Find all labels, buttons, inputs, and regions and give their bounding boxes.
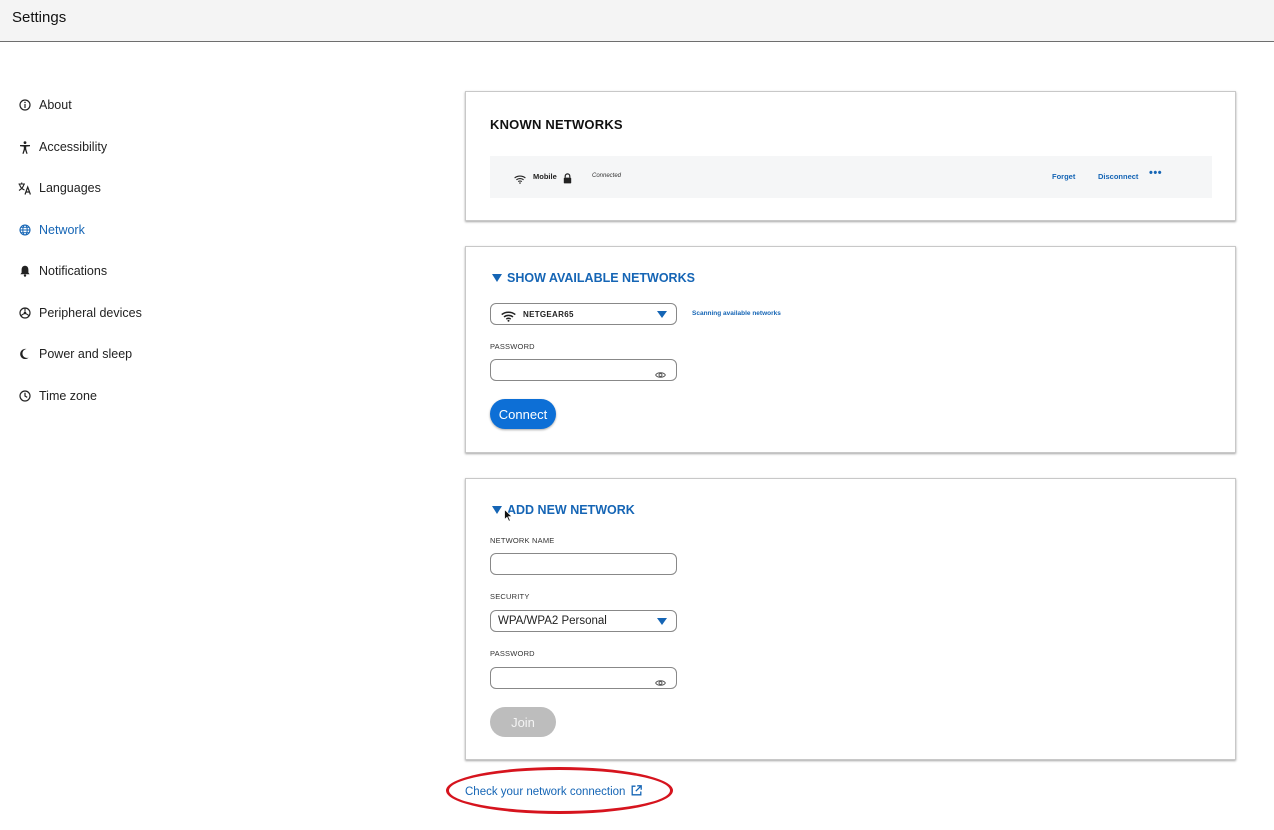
eye-icon[interactable] — [655, 674, 666, 692]
mouse-cursor-icon — [504, 508, 513, 527]
triangle-down-icon — [492, 274, 502, 282]
available-networks-heading: SHOW AVAILABLE NETWORKS — [507, 271, 695, 285]
sidebar-item-label: Accessibility — [39, 140, 108, 154]
check-network-connection-link[interactable]: Check your network connection — [465, 785, 643, 799]
connect-button[interactable]: Connect — [490, 399, 556, 429]
known-networks-title: KNOWN NETWORKS — [490, 117, 623, 132]
check-network-connection-label: Check your network connection — [465, 786, 626, 798]
sidebar-item-accessibility[interactable]: Accessibility — [18, 136, 107, 158]
scanning-status: Scanning available networks — [692, 310, 781, 317]
add-new-network-toggle[interactable]: ADD NEW NETWORK — [492, 503, 635, 517]
new-network-password-input[interactable] — [490, 667, 677, 689]
show-available-networks-toggle[interactable]: SHOW AVAILABLE NETWORKS — [492, 271, 695, 285]
known-networks-card: KNOWN NETWORKS Mobile Connected Forget D… — [465, 91, 1236, 221]
bell-icon — [18, 264, 32, 278]
known-network-row[interactable]: Mobile Connected Forget Disconnect ••• — [490, 156, 1212, 198]
sidebar-item-about[interactable]: About — [18, 94, 72, 116]
clock-icon — [18, 389, 32, 403]
security-label: SECURITY — [490, 592, 530, 601]
security-select[interactable]: WPA/WPA2 Personal — [490, 610, 677, 632]
network-name-input[interactable] — [490, 553, 677, 575]
info-icon — [18, 98, 32, 112]
sidebar-item-peripheral-devices[interactable]: Peripheral devices — [18, 302, 142, 324]
moon-icon — [18, 347, 32, 361]
password-label: PASSWORD — [490, 649, 535, 658]
sidebar-item-label: Network — [39, 223, 85, 237]
sidebar-item-power-and-sleep[interactable]: Power and sleep — [18, 343, 132, 365]
sidebar-item-label: Languages — [39, 181, 101, 195]
sidebar-item-label: Power and sleep — [39, 347, 133, 361]
dropdown-arrow-icon — [657, 618, 667, 625]
add-network-card: ADD NEW NETWORK NETWORK NAME SECURITY WP… — [465, 478, 1236, 760]
sidebar-item-label: Notifications — [39, 264, 108, 278]
sidebar-item-languages[interactable]: Languages — [18, 177, 101, 199]
sidebar-item-label: Time zone — [39, 389, 97, 403]
known-network-name: Mobile — [533, 172, 557, 181]
more-options-button[interactable]: ••• — [1149, 167, 1162, 179]
network-name-label: NETWORK NAME — [490, 536, 555, 545]
wifi-icon — [501, 309, 516, 327]
dropdown-arrow-icon — [657, 311, 667, 318]
sidebar-item-label: Peripheral devices — [39, 306, 142, 320]
wifi-icon — [514, 171, 526, 189]
network-select[interactable]: NETGEAR65 — [490, 303, 677, 325]
external-link-icon — [631, 785, 643, 799]
accessibility-icon — [18, 140, 32, 154]
selected-network: NETGEAR65 — [523, 310, 574, 319]
sidebar-item-label: About — [39, 98, 72, 112]
sidebar-item-time-zone[interactable]: Time zone — [18, 385, 97, 407]
add-network-heading: ADD NEW NETWORK — [507, 503, 635, 517]
title-bar: Settings — [0, 0, 1274, 42]
sidebar-item-notifications[interactable]: Notifications — [18, 260, 107, 282]
forget-button[interactable]: Forget — [1052, 172, 1075, 181]
translate-icon — [18, 181, 32, 195]
available-networks-card: SHOW AVAILABLE NETWORKS NETGEAR65 Scanni… — [465, 246, 1236, 453]
password-label: PASSWORD — [490, 342, 535, 351]
connection-status: Connected — [592, 173, 622, 179]
security-value: WPA/WPA2 Personal — [498, 615, 607, 627]
password-input[interactable] — [490, 359, 677, 381]
sidebar-item-network[interactable]: Network — [18, 219, 85, 241]
peripheral-icon — [18, 306, 32, 320]
disconnect-button[interactable]: Disconnect — [1098, 172, 1138, 181]
window-title: Settings — [12, 9, 67, 26]
triangle-down-icon — [492, 506, 502, 514]
eye-icon[interactable] — [655, 366, 666, 384]
join-button[interactable]: Join — [490, 707, 556, 737]
globe-icon — [18, 223, 32, 237]
lock-icon — [563, 171, 572, 189]
